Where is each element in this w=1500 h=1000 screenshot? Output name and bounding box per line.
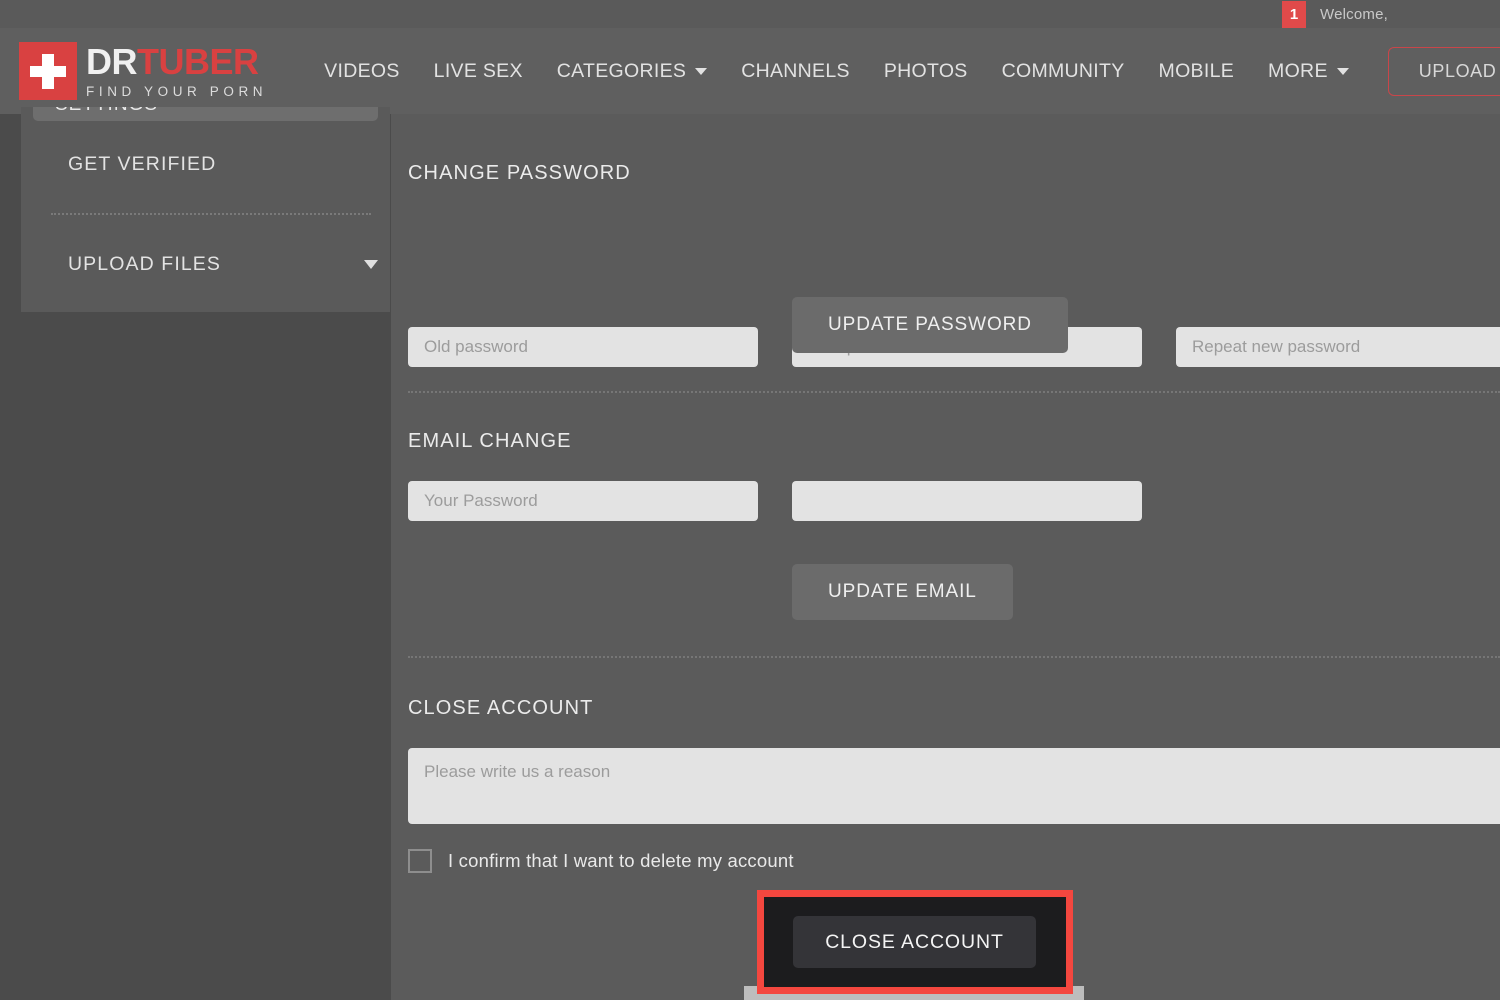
- close-reason-textarea[interactable]: [408, 748, 1500, 824]
- top-utility-bar: 1 Welcome,: [0, 0, 1500, 28]
- page-root: 1 Welcome, DRTUBER FIND YOUR PORN VIDEOS…: [0, 0, 1500, 1000]
- chevron-down-icon: [364, 260, 378, 269]
- nav-item-videos[interactable]: VIDEOS: [307, 60, 417, 83]
- close-account-title: CLOSE ACCOUNT: [408, 697, 594, 719]
- nav-item-mobile[interactable]: MOBILE: [1142, 60, 1252, 83]
- logo-text-tuber: TUBER: [137, 40, 259, 82]
- update-email-button[interactable]: UPDATE EMAIL: [792, 564, 1013, 620]
- welcome-text: Welcome,: [1319, 5, 1388, 23]
- nav-item-live-sex[interactable]: LIVE SEX: [417, 60, 540, 83]
- sidebar-item-settings[interactable]: SETTINGS: [33, 107, 378, 121]
- confirm-delete-label: I confirm that I want to delete my accou…: [448, 850, 794, 871]
- top-utility-bar-right: 1 Welcome,: [1281, 0, 1500, 28]
- sidebar-item-upload-files[interactable]: UPLOAD FILES: [68, 253, 378, 276]
- nav-item-label: LIVE SEX: [433, 59, 523, 82]
- close-account-button[interactable]: CLOSE ACCOUNT: [793, 916, 1036, 968]
- settings-content-panel: CHANGE PASSWORD UPDATE PASSWORD EMAIL CH…: [391, 114, 1500, 1000]
- repeat-new-password-input[interactable]: [1176, 327, 1500, 367]
- logo-text-dr: DR: [86, 40, 138, 82]
- nav-item-categories[interactable]: CATEGORIES: [540, 60, 724, 83]
- upload-button[interactable]: UPLOAD: [1387, 46, 1500, 96]
- email-change-title: EMAIL CHANGE: [408, 430, 572, 452]
- main-navigation-bar: DRTUBER FIND YOUR PORN VIDEOS LIVE SEX C…: [0, 28, 1500, 114]
- nav-item-label: MOBILE: [1158, 59, 1235, 82]
- divider-password-email: [408, 391, 1500, 393]
- nav-item-label: CHANNELS: [741, 59, 850, 82]
- nav-item-label: MORE: [1268, 59, 1328, 82]
- nav-item-channels[interactable]: CHANNELS: [724, 60, 867, 83]
- confirm-delete-checkbox[interactable]: [408, 849, 432, 873]
- nav-item-label: CATEGORIES: [556, 59, 687, 82]
- nav-item-community[interactable]: COMMUNITY: [985, 60, 1142, 83]
- notification-badge[interactable]: 1: [1281, 0, 1306, 28]
- chevron-down-icon: [695, 67, 708, 75]
- old-password-input[interactable]: [408, 327, 758, 367]
- email-change-password-input[interactable]: [408, 481, 758, 521]
- nav-links: VIDEOS LIVE SEX CATEGORIES CHANNELS PHOT…: [307, 60, 1366, 83]
- chevron-down-icon: [1336, 67, 1349, 75]
- update-password-button[interactable]: UPDATE PASSWORD: [792, 297, 1068, 353]
- nav-item-label: PHOTOS: [883, 59, 968, 82]
- sidebar-divider: [51, 213, 371, 215]
- sidebar-item-label: UPLOAD FILES: [68, 253, 221, 275]
- nav-item-label: COMMUNITY: [1001, 59, 1125, 82]
- nav-item-label: VIDEOS: [324, 59, 400, 82]
- account-sidebar: SETTINGS GET VERIFIED UPLOAD FILES: [21, 107, 390, 312]
- confirm-delete-row[interactable]: I confirm that I want to delete my accou…: [408, 849, 794, 873]
- nav-item-photos[interactable]: PHOTOS: [867, 60, 985, 83]
- logo-wordmark: DRTUBER FIND YOUR PORN: [86, 40, 268, 99]
- site-logo[interactable]: DRTUBER FIND YOUR PORN: [19, 42, 267, 100]
- logo-tagline: FIND YOUR PORN: [86, 83, 268, 99]
- plus-cross-icon: [19, 42, 77, 100]
- new-email-input[interactable]: [792, 481, 1142, 521]
- sidebar-item-get-verified[interactable]: GET VERIFIED: [68, 153, 378, 176]
- sidebar-item-label: GET VERIFIED: [68, 153, 217, 175]
- change-password-title: CHANGE PASSWORD: [408, 162, 631, 184]
- nav-item-more[interactable]: MORE: [1251, 60, 1366, 83]
- divider-email-close: [408, 656, 1500, 658]
